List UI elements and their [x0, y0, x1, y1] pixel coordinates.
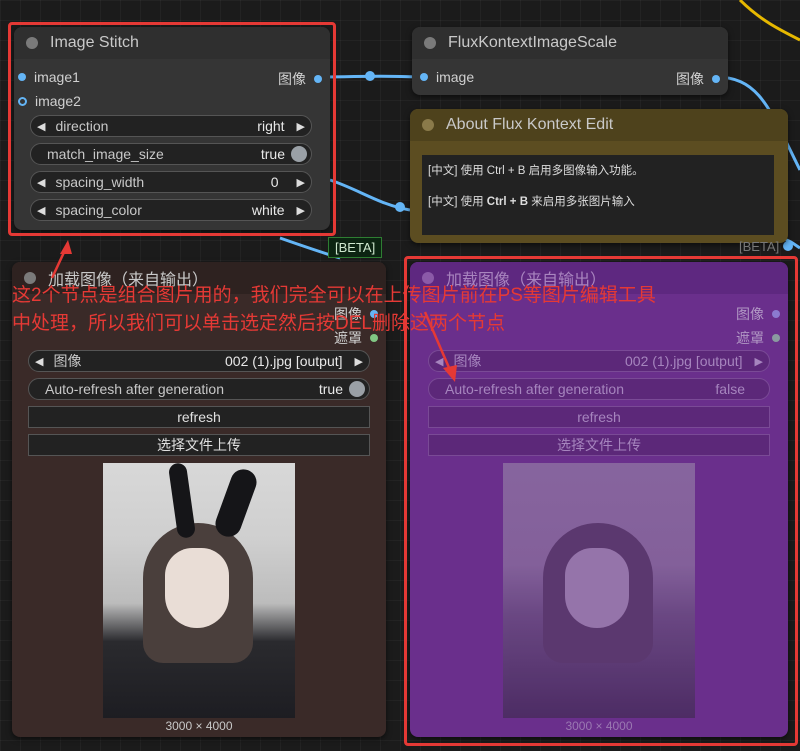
image-preview: [103, 463, 295, 718]
widget-label: 图像: [53, 353, 82, 369]
annotation-line: 中处理，所以我们可以单击选定然后按DEL删除这两个节点: [12, 313, 505, 334]
bunny-ear-left-shape: [167, 463, 197, 539]
toggle-knob-icon[interactable]: [349, 381, 365, 397]
collapse-dot-icon[interactable]: [422, 119, 434, 131]
node-title: FluxKontextImageScale: [448, 34, 617, 51]
image-dimensions: 3000 × 4000: [165, 719, 233, 733]
bunny-ear-right-shape: [211, 465, 261, 541]
note-textarea[interactable]: [中文] 使用 Ctrl + B 启用多图像输入功能。 [中文] 使用 Ctrl…: [422, 155, 774, 235]
flux-kontext-image-scale-node[interactable]: FluxKontextImageScale image 图像: [412, 27, 728, 95]
arrow-right-icon[interactable]: ▶: [349, 355, 369, 368]
widget-label: Auto-refresh after generation: [45, 381, 224, 397]
output-slot-image[interactable]: 图像: [676, 69, 720, 89]
annotation-text: 这2个节点是组合图片用的，我们完全可以在上传图片前在PS等图片编辑工具 中处理，…: [12, 282, 656, 338]
widget-value: 002 (1).jpg [output]: [225, 353, 343, 369]
node-title-bar[interactable]: FluxKontextImageScale: [412, 27, 728, 59]
about-flux-kontext-note[interactable]: About Flux Kontext Edit [中文] 使用 Ctrl + B…: [410, 109, 788, 243]
beta-badge-dim: [BETA]: [739, 239, 780, 254]
highlight-box-image-stitch: [8, 22, 336, 236]
widget-value: true: [318, 381, 343, 397]
node-title: About Flux Kontext Edit: [446, 116, 614, 133]
collapse-dot-icon[interactable]: [424, 37, 436, 49]
portrait-face-shape: [165, 548, 229, 628]
node-title-bar[interactable]: About Flux Kontext Edit: [410, 109, 788, 141]
arrow-left-icon[interactable]: ◀: [29, 355, 49, 368]
image-combo[interactable]: ◀ 图像 002 (1).jpg [output] ▶: [28, 350, 370, 372]
input-dot-icon[interactable]: [420, 73, 428, 81]
annotation-line: 这2个节点是组合图片用的，我们完全可以在上传图片前在PS等图片编辑工具: [12, 285, 656, 306]
refresh-button[interactable]: refresh: [28, 406, 370, 428]
upload-file-button[interactable]: 选择文件上传: [28, 434, 370, 456]
auto-refresh-toggle[interactable]: Auto-refresh after generation true: [28, 378, 370, 400]
slot-label: image: [436, 69, 475, 85]
output-dot-icon[interactable]: [712, 75, 720, 83]
note-line: [中文] 使用 Ctrl + B 启用多图像输入功能。: [428, 165, 644, 177]
input-slot-image[interactable]: image: [420, 69, 474, 85]
beta-badge: [BETA]: [328, 237, 383, 258]
slot-label: 图像: [676, 71, 704, 87]
note-line: [中文] 使用 Ctrl + B 来启用多张图片输入: [428, 196, 635, 208]
